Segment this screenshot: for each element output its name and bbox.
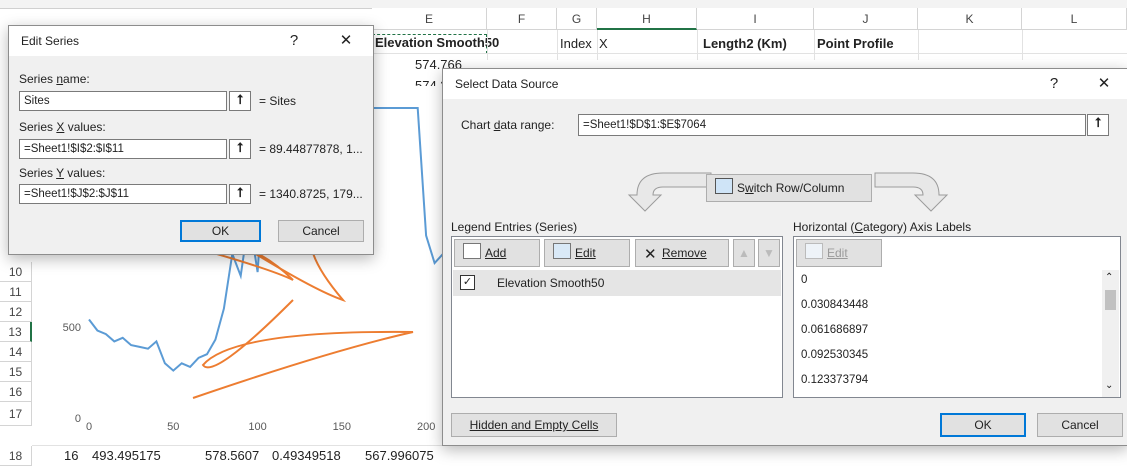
chart-data-range-input[interactable]: =Sheet1!$D$1:$E$7064 bbox=[578, 114, 1086, 136]
vertical-scrollbar[interactable]: ⌃ ⌄ bbox=[1102, 270, 1119, 397]
hidden-empty-cells-button[interactable]: Hidden and Empty Cells bbox=[451, 413, 617, 437]
collapse-dialog-icon[interactable]: ⭡ bbox=[1087, 114, 1109, 136]
row-header[interactable]: 17 bbox=[0, 402, 32, 426]
axis-label-item[interactable]: 0.030843448 bbox=[801, 299, 868, 311]
edit-series-titlebar[interactable]: Edit Series ? ✕ bbox=[9, 26, 373, 56]
cell-bottom-length[interactable]: 493.495175 bbox=[92, 448, 161, 463]
add-series-button[interactable]: Add bbox=[454, 239, 540, 267]
ink-annotation bbox=[192, 299, 414, 399]
series-x-input[interactable]: =Sheet1!$I$2:$I$11 bbox=[19, 139, 227, 159]
scroll-up-arrow-icon[interactable]: ⌃ bbox=[1105, 272, 1113, 283]
move-down-button[interactable]: ▼ bbox=[758, 239, 780, 267]
series-x-label: Series X values: bbox=[19, 120, 106, 134]
close-icon[interactable]: ✕ bbox=[335, 30, 357, 52]
x-tick-label: 0 bbox=[86, 421, 92, 433]
col-header-f[interactable]: F bbox=[487, 8, 557, 30]
col-header-e[interactable]: E bbox=[372, 8, 487, 30]
help-icon[interactable]: ? bbox=[283, 30, 305, 52]
y-tick-label: 500 bbox=[63, 322, 81, 334]
x-tick-label: 100 bbox=[248, 421, 266, 433]
left-curved-arrow-icon bbox=[627, 172, 712, 212]
close-icon[interactable]: ✕ bbox=[1093, 73, 1115, 95]
cell-bottom-index[interactable]: 16 bbox=[64, 448, 78, 463]
series-y-preview: = 1340.8725, 179... bbox=[259, 187, 363, 201]
cancel-button[interactable]: Cancel bbox=[278, 220, 364, 242]
y-tick-label: 0 bbox=[75, 413, 81, 425]
cell-e1[interactable]: Elevation Smooth50 bbox=[372, 34, 499, 54]
edit-series-button[interactable]: Edit bbox=[544, 239, 630, 267]
col-header-l[interactable]: L bbox=[1022, 8, 1127, 30]
series-name-input[interactable]: Sites bbox=[19, 91, 227, 111]
legend-entries-label: Legend Entries (Series) bbox=[451, 220, 578, 234]
edit-series-title: Edit Series bbox=[21, 34, 80, 48]
series-name-preview: = Sites bbox=[259, 94, 297, 108]
scroll-thumb[interactable] bbox=[1105, 290, 1116, 310]
axis-label-item[interactable]: 0 bbox=[801, 274, 807, 286]
cell-i1[interactable]: Point Profile bbox=[817, 36, 894, 51]
row-header[interactable]: 13 bbox=[0, 322, 32, 342]
axis-labels-label: Horizontal (Category) Axis Labels bbox=[793, 220, 972, 234]
edit-icon bbox=[553, 243, 571, 259]
collapse-dialog-icon[interactable]: ⭡ bbox=[229, 91, 251, 111]
x-tick-label: 150 bbox=[333, 421, 351, 433]
collapse-dialog-icon[interactable]: ⭡ bbox=[229, 139, 251, 159]
cell-bottom-elev[interactable]: 578.5607 bbox=[205, 448, 259, 463]
help-icon[interactable]: ? bbox=[1043, 73, 1065, 95]
col-header-k[interactable]: K bbox=[918, 8, 1022, 30]
select-data-source-dialog: Select Data Source ? ✕ Chart data range:… bbox=[442, 68, 1127, 446]
legend-entries-panel: Add Edit ✕ Remove ▲ ▼ ✓ Elevation Smooth5… bbox=[451, 236, 783, 398]
select-data-title: Select Data Source bbox=[455, 77, 559, 91]
row-header[interactable]: 16 bbox=[0, 382, 32, 402]
col-header-i[interactable]: I bbox=[697, 8, 814, 30]
cell-h1[interactable]: Length2 (Km) bbox=[703, 36, 787, 51]
cell-g1[interactable]: X bbox=[599, 36, 608, 51]
row-header[interactable]: 11 bbox=[0, 282, 32, 302]
edit-axis-labels-button[interactable]: Edit bbox=[796, 239, 882, 267]
remove-icon: ✕ bbox=[644, 246, 657, 263]
col-header-h[interactable]: H bbox=[597, 8, 697, 30]
col-header-g[interactable]: G bbox=[557, 8, 597, 30]
x-tick-label: 200 bbox=[417, 421, 435, 433]
series-x-preview: = 89.44877878, 1... bbox=[259, 142, 363, 156]
cell-f1[interactable]: Index bbox=[560, 36, 592, 51]
edit-series-dialog: Edit Series ? ✕ Series name: Sites ⭡ = S… bbox=[8, 25, 374, 255]
axis-label-item[interactable]: 0.061686897 bbox=[801, 324, 868, 336]
switch-icon bbox=[715, 178, 733, 194]
axis-labels-panel: Edit 0 0.030843448 0.061686897 0.0925303… bbox=[793, 236, 1121, 398]
x-tick-label: 50 bbox=[167, 421, 179, 433]
select-data-titlebar[interactable]: Select Data Source ? ✕ bbox=[443, 69, 1127, 99]
series-name-text: Elevation Smooth50 bbox=[497, 276, 605, 290]
axis-label-item[interactable]: 0.092530345 bbox=[801, 349, 868, 361]
series-list-item[interactable]: ✓ Elevation Smooth50 bbox=[453, 270, 781, 296]
row-header[interactable]: 12 bbox=[0, 302, 32, 322]
cell-bottom-len2[interactable]: 0.49349518 bbox=[272, 448, 341, 463]
switch-row-column-button[interactable]: Switch Row/Column bbox=[706, 174, 872, 202]
axis-label-list[interactable]: 0 0.030843448 0.061686897 0.092530345 0.… bbox=[795, 270, 1102, 397]
col-header-j[interactable]: J bbox=[814, 8, 918, 30]
ok-button[interactable]: OK bbox=[180, 220, 261, 242]
series-checkbox[interactable]: ✓ bbox=[460, 275, 475, 290]
edit-icon bbox=[805, 243, 823, 259]
cancel-button[interactable]: Cancel bbox=[1037, 413, 1123, 437]
row-header[interactable]: 15 bbox=[0, 362, 32, 382]
row-header[interactable]: 10 bbox=[0, 262, 32, 282]
chart-data-range-label: Chart data range: bbox=[461, 118, 555, 132]
row-header[interactable]: 14 bbox=[0, 342, 32, 362]
remove-series-button[interactable]: ✕ Remove bbox=[635, 239, 729, 267]
ok-button[interactable]: OK bbox=[940, 413, 1026, 437]
series-y-label: Series Y values: bbox=[19, 166, 106, 180]
move-up-button[interactable]: ▲ bbox=[733, 239, 755, 267]
cell-bottom-smooth[interactable]: 567.996075 bbox=[365, 448, 434, 463]
scroll-down-arrow-icon[interactable]: ⌄ bbox=[1105, 380, 1113, 391]
right-curved-arrow-icon bbox=[874, 172, 949, 212]
series-y-input[interactable]: =Sheet1!$J$2:$J$11 bbox=[19, 184, 227, 204]
series-name-label: Series name: bbox=[19, 72, 90, 86]
row-header[interactable]: 18 bbox=[0, 446, 32, 466]
collapse-dialog-icon[interactable]: ⭡ bbox=[229, 184, 251, 204]
add-icon bbox=[463, 243, 481, 259]
axis-label-item[interactable]: 0.123373794 bbox=[801, 374, 868, 386]
